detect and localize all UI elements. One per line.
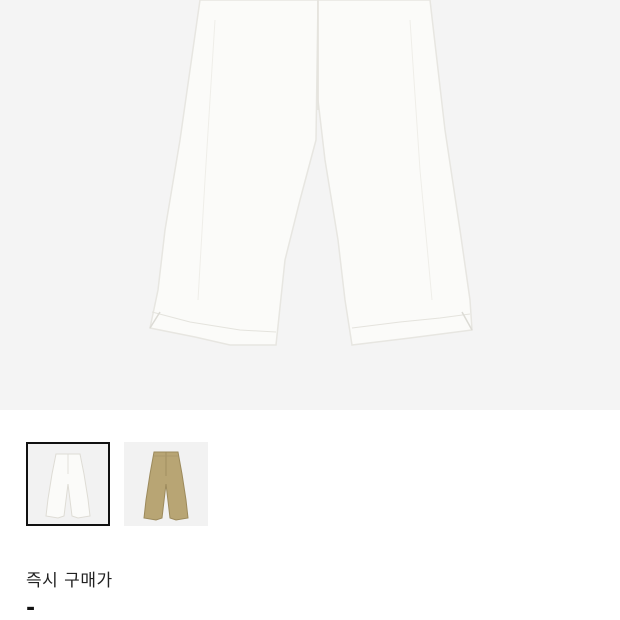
price-value: - <box>26 596 36 620</box>
beige-pants-thumbnail-image <box>143 451 189 521</box>
white-pants-thumbnail-image <box>45 453 91 519</box>
white-pants-image <box>149 0 473 346</box>
thumbnail-beige[interactable] <box>124 442 208 526</box>
product-page: 즉시 구매가 - <box>0 0 620 620</box>
product-thumbnails <box>26 442 208 526</box>
product-main-image[interactable] <box>0 0 620 410</box>
price-label: 즉시 구매가 <box>26 571 113 591</box>
thumbnail-white[interactable] <box>26 442 110 526</box>
